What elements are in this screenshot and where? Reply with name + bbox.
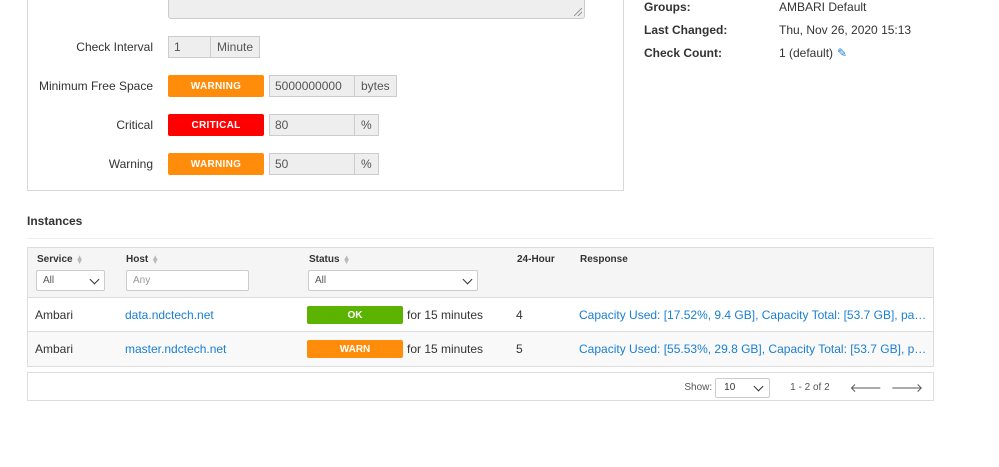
- sort-icon: ▲ ▼: [75, 252, 84, 266]
- min-free-space-input[interactable]: 5000000000: [269, 75, 355, 97]
- chevron-down-icon: [462, 274, 473, 285]
- column-header-status-label: Status: [309, 254, 340, 265]
- min-free-space-group: 5000000000 bytes: [269, 75, 397, 97]
- chevron-down-icon: [89, 274, 100, 285]
- description-textarea[interactable]: [168, 0, 585, 19]
- critical-label: Critical: [116, 118, 153, 132]
- column-header-response: Response: [580, 254, 628, 265]
- warning-row: Warning WARNING 50 %: [28, 153, 379, 175]
- last-changed-row: Last Changed: Thu, Nov 26, 2020 15:13: [644, 18, 984, 41]
- page-info: 1 - 2 of 2: [790, 382, 830, 393]
- status-duration: for 15 minutes: [407, 342, 484, 356]
- check-count-row: Check Count: 1 (default) ✎: [644, 41, 984, 64]
- response-cell: Capacity Used: [55.53%, 29.8 GB], Capaci…: [579, 332, 929, 366]
- table-row: Ambari data.ndctech.net OK for 15 minute…: [28, 298, 933, 332]
- warning-group: 50 %: [269, 153, 379, 175]
- pagination-controls: Show: 10 1 - 2 of 2 🡐 🡒: [684, 373, 923, 402]
- 24-hour-count: 4: [516, 308, 523, 322]
- service-filter-select[interactable]: All: [36, 270, 105, 291]
- pagination-bar: Show: 10 1 - 2 of 2 🡐 🡒: [27, 372, 934, 401]
- critical-row: Critical CRITICAL 80 %: [28, 114, 379, 136]
- chevron-down-icon: [753, 381, 764, 391]
- status-badge: OK: [307, 306, 403, 324]
- warning-label: Warning: [108, 157, 153, 171]
- warning-badge: WARNING: [168, 75, 264, 97]
- critical-group: 80 %: [269, 114, 379, 136]
- host-link[interactable]: data.ndctech.net: [125, 298, 214, 332]
- column-header-host-label: Host: [126, 254, 149, 265]
- groups-value: AMBARI Default: [779, 0, 867, 14]
- check-count-value-wrap: 1 (default) ✎: [779, 46, 847, 60]
- status-duration: for 15 minutes: [407, 308, 484, 322]
- min-free-space-unit: bytes: [355, 75, 397, 97]
- warning-badge: WARNING: [168, 153, 264, 175]
- warning-unit: %: [355, 153, 379, 175]
- host-link[interactable]: master.ndctech.net: [125, 332, 226, 366]
- status-cell: WARN for 15 minutes: [307, 332, 483, 366]
- groups-row: Groups: AMBARI Default: [644, 0, 984, 18]
- last-changed-key: Last Changed:: [644, 22, 728, 37]
- table-row: Ambari master.ndctech.net WARN for 15 mi…: [28, 332, 933, 366]
- column-header-24-hour: 24-Hour: [517, 254, 555, 265]
- table-header: Service ▲ ▼ Host ▲ ▼ Status ▲ ▼ 24-Hour Res…: [28, 248, 933, 298]
- next-page-icon[interactable]: 🡒: [891, 380, 923, 395]
- status-badge: WARN: [307, 340, 403, 358]
- status-cell: OK for 15 minutes: [307, 298, 483, 332]
- critical-unit: %: [355, 114, 379, 136]
- 24-hour-count: 5: [516, 342, 523, 356]
- instances-title: Instances: [27, 214, 83, 228]
- pencil-icon[interactable]: ✎: [837, 46, 847, 60]
- column-header-service[interactable]: Service ▲ ▼: [37, 252, 84, 266]
- min-free-space-row: Minimum Free Space WARNING 5000000000 by…: [28, 75, 397, 97]
- response-cell: Capacity Used: [17.52%, 9.4 GB], Capacit…: [579, 298, 929, 332]
- instances-table: Service ▲ ▼ Host ▲ ▼ Status ▲ ▼ 24-Hour Res…: [27, 247, 934, 367]
- service-filter-value: All: [43, 275, 55, 286]
- alert-config-panel: Check Interval 1 Minute Minimum Free Spa…: [27, 0, 624, 191]
- section-divider: [27, 238, 934, 239]
- response-link[interactable]: Capacity Used: [55.53%, 29.8 GB], Capaci…: [579, 332, 929, 366]
- critical-badge: CRITICAL: [168, 114, 264, 136]
- column-header-host[interactable]: Host ▲ ▼: [126, 252, 160, 266]
- min-free-space-label: Minimum Free Space: [38, 79, 153, 93]
- previous-page-icon[interactable]: 🡐: [850, 380, 882, 395]
- check-interval-input[interactable]: 1: [168, 36, 211, 58]
- column-header-status[interactable]: Status ▲ ▼: [309, 252, 351, 266]
- check-interval-group: 1 Minute: [168, 36, 261, 58]
- response-link[interactable]: Capacity Used: [17.52%, 9.4 GB], Capacit…: [579, 298, 929, 332]
- column-header-service-label: Service: [37, 254, 73, 265]
- groups-key: Groups:: [644, 0, 691, 14]
- last-changed-value: Thu, Nov 26, 2020 15:13: [779, 22, 912, 37]
- status-filter-select[interactable]: All: [308, 270, 478, 291]
- page-size-select[interactable]: 10: [715, 377, 771, 398]
- check-interval-unit: Minute: [211, 36, 261, 58]
- check-count-value: 1 (default): [779, 45, 834, 60]
- resize-grip-icon[interactable]: [574, 8, 582, 16]
- page-size-value: 10: [724, 382, 736, 393]
- critical-input[interactable]: 80: [269, 114, 355, 136]
- service-cell: Ambari: [35, 308, 74, 322]
- host-filter-input[interactable]: Any: [126, 270, 249, 291]
- show-label: Show:: [684, 382, 713, 393]
- warning-input[interactable]: 50: [269, 153, 355, 175]
- sort-icon: ▲ ▼: [151, 252, 160, 266]
- sort-icon: ▲ ▼: [342, 252, 351, 266]
- check-interval-label: Check Interval: [76, 40, 153, 54]
- check-count-key: Check Count:: [644, 45, 722, 60]
- check-interval-row: Check Interval 1 Minute: [28, 36, 261, 58]
- alert-meta-panel: Groups: AMBARI Default Last Changed: Thu…: [644, 0, 984, 64]
- service-cell: Ambari: [35, 342, 74, 356]
- status-filter-value: All: [315, 275, 327, 286]
